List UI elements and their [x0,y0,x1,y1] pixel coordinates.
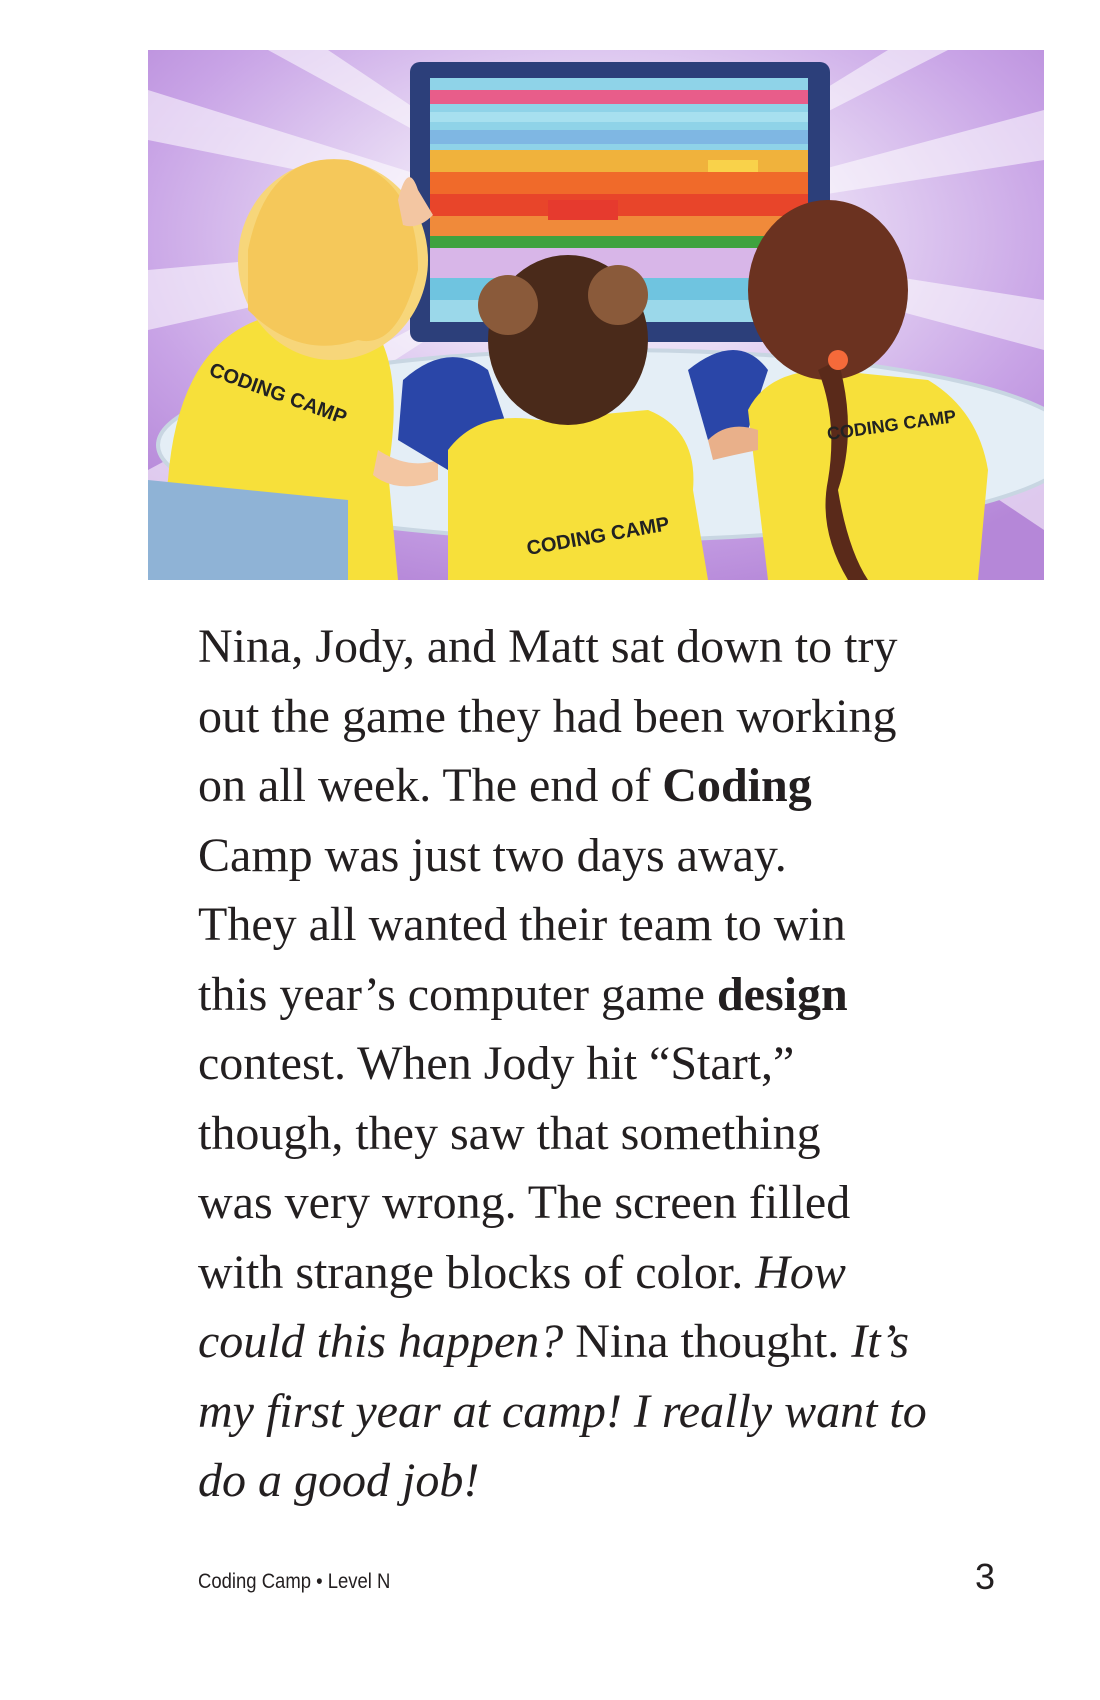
book-info: Coding Camp • Level N [198,1570,391,1593]
story-segment: though, they saw that something [198,1106,821,1160]
story-segment: this year’s computer game [198,967,717,1021]
story-line: could this happen? Nina thought. It’s [198,1307,1018,1377]
story-line: with strange blocks of color. How [198,1238,1018,1308]
story-line: this year’s computer game design [198,960,1018,1030]
story-segment: on all week. The end of [198,759,663,812]
story-line: my first year at camp! I really want to [198,1377,1018,1447]
story-segment: out the game they had been working [198,689,897,743]
story-segment: was very wrong. The screen filled [198,1176,851,1229]
story-line: contest. When Jody hit “Start,” [198,1029,1018,1099]
story-segment: Camp was just two days away. [198,828,787,882]
story-line: They all wanted their team to win [198,890,1018,960]
story-segment: Nina, Jody, and Matt sat down to try [198,620,898,673]
story-italic-segment: How [755,1245,846,1299]
story-bold-segment: design [716,967,848,1021]
story-line: though, they saw that something [198,1099,1018,1169]
story-segment: contest. When Jody hit “Start,” [198,1037,795,1090]
story-italic-segment: do a good job! [198,1454,480,1507]
story-italic-segment: could this happen? [198,1315,564,1368]
story-bold-segment: Coding [662,759,812,812]
story-line: do a good job! [198,1446,1018,1516]
story-segment: They all wanted their team to win [198,898,846,951]
story-text: Nina, Jody, and Matt sat down to try out … [198,612,1018,1516]
story-italic-segment: my first year at camp! I really want to [198,1384,927,1438]
story-line: Nina, Jody, and Matt sat down to try [198,612,1018,682]
story-italic-segment: It’s [851,1315,910,1368]
page-number: 3 [974,1556,995,1597]
story-segment: with strange blocks of color. [198,1245,756,1299]
story-line: on all week. The end of Coding [198,751,1018,821]
story-line: Camp was just two days away. [198,821,1018,891]
story-line: out the game they had been working [198,682,1018,752]
story-segment: Nina thought. [563,1315,852,1368]
story-line: was very wrong. The screen filled [198,1168,1018,1238]
story-illustration: CODING CAMP CODING CAMP CODING CAMP [148,50,1044,580]
